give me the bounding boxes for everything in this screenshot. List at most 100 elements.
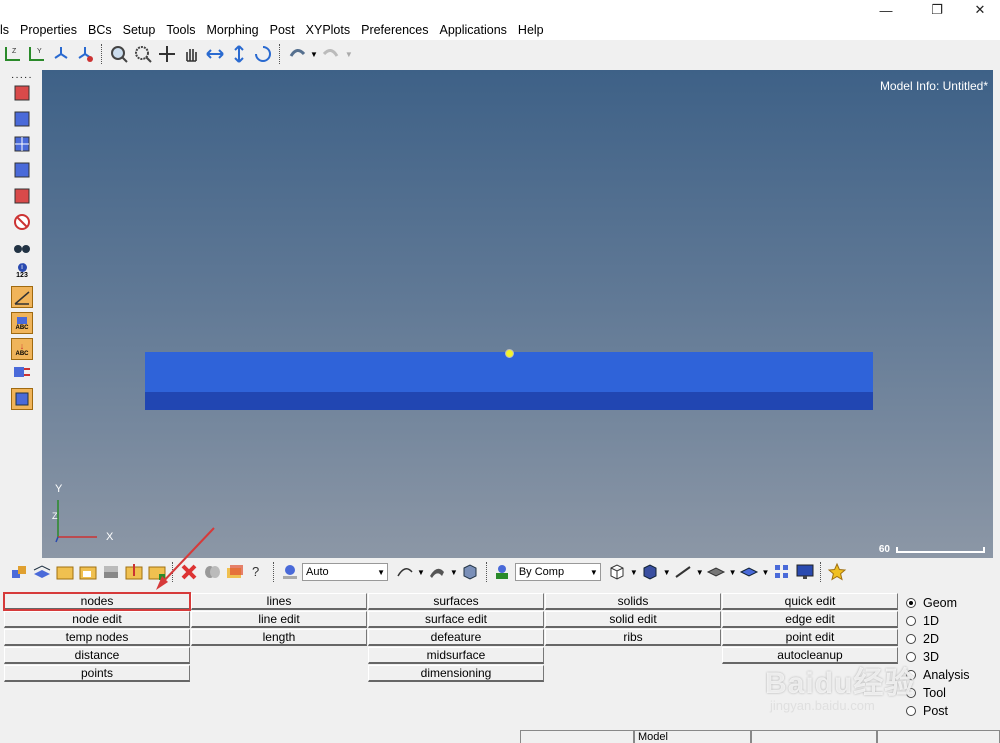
surface-edit-button[interactable]: surface edit	[368, 611, 544, 628]
mesh-cube-icon[interactable]	[640, 562, 661, 583]
display-mode-select[interactable]: Auto ▼	[302, 563, 388, 581]
cylinders-icon[interactable]	[201, 562, 222, 583]
chevron-down-icon[interactable]: ▼	[450, 568, 458, 577]
entity-info-icon[interactable]: i 123	[11, 260, 33, 282]
reverse-icon[interactable]	[11, 159, 33, 181]
page-radio-post[interactable]: Post	[906, 702, 948, 720]
chevron-down-icon[interactable]: ▼	[663, 568, 671, 577]
menu-post[interactable]: Post	[265, 23, 301, 37]
no-display-icon[interactable]	[11, 211, 33, 233]
surfaces-button[interactable]: surfaces	[368, 593, 544, 610]
menu-xyplots[interactable]: XYPlots	[301, 23, 356, 37]
view-xy-icon[interactable]: Z	[2, 44, 23, 65]
pan-center-icon[interactable]	[156, 44, 177, 65]
color-mode-select[interactable]: By Comp ▼	[514, 563, 601, 581]
collectors-icon[interactable]	[31, 562, 52, 583]
zoom-window-icon[interactable]	[108, 44, 129, 65]
color-by-icon[interactable]	[492, 562, 513, 583]
beam-geometry-top[interactable]	[145, 352, 873, 392]
chevron-down-icon[interactable]: ▼	[696, 568, 704, 577]
midsurface-button[interactable]: midsurface	[368, 647, 544, 664]
view-rotate-icon[interactable]	[74, 44, 95, 65]
pan-horizontal-icon[interactable]	[204, 44, 225, 65]
mask-icon[interactable]	[11, 82, 33, 104]
blue-plane-icon[interactable]	[739, 562, 760, 583]
redo-view-icon[interactable]	[321, 44, 342, 65]
lines-button[interactable]: lines	[191, 593, 367, 610]
graphics-viewport[interactable]: Model Info: Untitled* Y Z X 60	[42, 70, 993, 558]
stack-icon[interactable]	[100, 562, 121, 583]
defeature-button[interactable]: defeature	[368, 629, 544, 646]
folder-k-icon[interactable]	[54, 562, 75, 583]
wire-cube-icon[interactable]	[607, 562, 628, 583]
page-radio-2d[interactable]: 2D	[906, 630, 939, 648]
solid-edit-button[interactable]: solid edit	[545, 611, 721, 628]
nodes-button[interactable]: nodes	[3, 592, 191, 611]
page-radio-1d[interactable]: 1D	[906, 612, 939, 630]
autocleanup-button[interactable]: autocleanup	[722, 647, 898, 664]
menu-tools[interactable]: Tools	[161, 23, 201, 37]
chevron-down-icon[interactable]: ▼	[762, 568, 770, 577]
page-radio-3d[interactable]: 3D	[906, 648, 939, 666]
line-element-icon[interactable]	[673, 562, 694, 583]
beam-geometry-side[interactable]	[145, 392, 873, 410]
grid-nodes-icon[interactable]	[771, 562, 792, 583]
view-yz-icon[interactable]: Y	[26, 44, 47, 65]
question-tool-icon[interactable]: ?	[247, 562, 268, 583]
temp-nodes-button[interactable]: temp nodes	[4, 629, 190, 646]
pan-hand-icon[interactable]	[180, 44, 201, 65]
page-radio-analysis[interactable]: Analysis	[906, 666, 970, 684]
distance-button[interactable]: distance	[4, 647, 190, 664]
maximize-button[interactable]: ❐	[917, 0, 957, 20]
shaded-shape-icon[interactable]	[427, 562, 448, 583]
shading-icon[interactable]	[279, 562, 300, 583]
geometry-point[interactable]	[505, 349, 514, 358]
length-button[interactable]: length	[191, 629, 367, 646]
label-abc-icon[interactable]: ABC	[11, 312, 33, 334]
favorite-star-icon[interactable]	[826, 562, 847, 583]
page-radio-tool[interactable]: Tool	[906, 684, 946, 702]
menu-morphing[interactable]: Morphing	[202, 23, 265, 37]
find-icon[interactable]	[11, 133, 33, 155]
solid-box-icon[interactable]	[460, 562, 481, 583]
view-iso-icon[interactable]	[50, 44, 71, 65]
menu-tools-partial[interactable]: ls	[0, 23, 15, 37]
monitor-icon[interactable]	[794, 562, 815, 583]
menu-bcs[interactable]: BCs	[83, 23, 118, 37]
swap-icon[interactable]	[11, 362, 33, 384]
rotate-icon[interactable]	[252, 44, 273, 65]
page-radio-geom[interactable]: Geom	[906, 594, 957, 612]
line-edit-button[interactable]: line edit	[191, 611, 367, 628]
wireframe-shape-icon[interactable]	[394, 562, 415, 583]
folders-icon[interactable]	[224, 562, 245, 583]
zoom-fit-icon[interactable]	[132, 44, 153, 65]
menu-preferences[interactable]: Preferences	[356, 23, 434, 37]
frame-icon[interactable]	[11, 388, 33, 410]
import-down-icon[interactable]	[123, 562, 144, 583]
solids-button[interactable]: solids	[545, 593, 721, 610]
unmask-icon[interactable]	[11, 108, 33, 130]
point-edit-button[interactable]: point edit	[722, 629, 898, 646]
menu-applications[interactable]: Applications	[435, 23, 513, 37]
undo-dropdown-icon[interactable]: ▼	[310, 50, 318, 59]
menu-setup[interactable]: Setup	[118, 23, 162, 37]
points-button[interactable]: points	[4, 665, 190, 682]
redo-dropdown-icon[interactable]: ▼	[345, 50, 353, 59]
menu-help[interactable]: Help	[513, 23, 550, 37]
binoculars-icon[interactable]	[11, 236, 33, 258]
minimize-button[interactable]: —	[866, 0, 906, 20]
plane-element-icon[interactable]	[706, 562, 727, 583]
dimensioning-button[interactable]: dimensioning	[368, 665, 544, 682]
chevron-down-icon[interactable]: ▼	[417, 568, 425, 577]
components-icon[interactable]	[8, 562, 29, 583]
label-abc-arrow-icon[interactable]: ↓ ABC	[11, 338, 33, 360]
undo-view-icon[interactable]	[286, 44, 307, 65]
isolate-icon[interactable]	[11, 185, 33, 207]
chevron-down-icon[interactable]: ▼	[729, 568, 737, 577]
quick-edit-button[interactable]: quick edit	[722, 593, 898, 610]
menu-properties[interactable]: Properties	[15, 23, 83, 37]
close-button[interactable]: ✕	[960, 0, 1000, 20]
node-edit-button[interactable]: node edit	[4, 611, 190, 628]
delete-icon[interactable]	[178, 562, 199, 583]
pan-vertical-icon[interactable]	[228, 44, 249, 65]
